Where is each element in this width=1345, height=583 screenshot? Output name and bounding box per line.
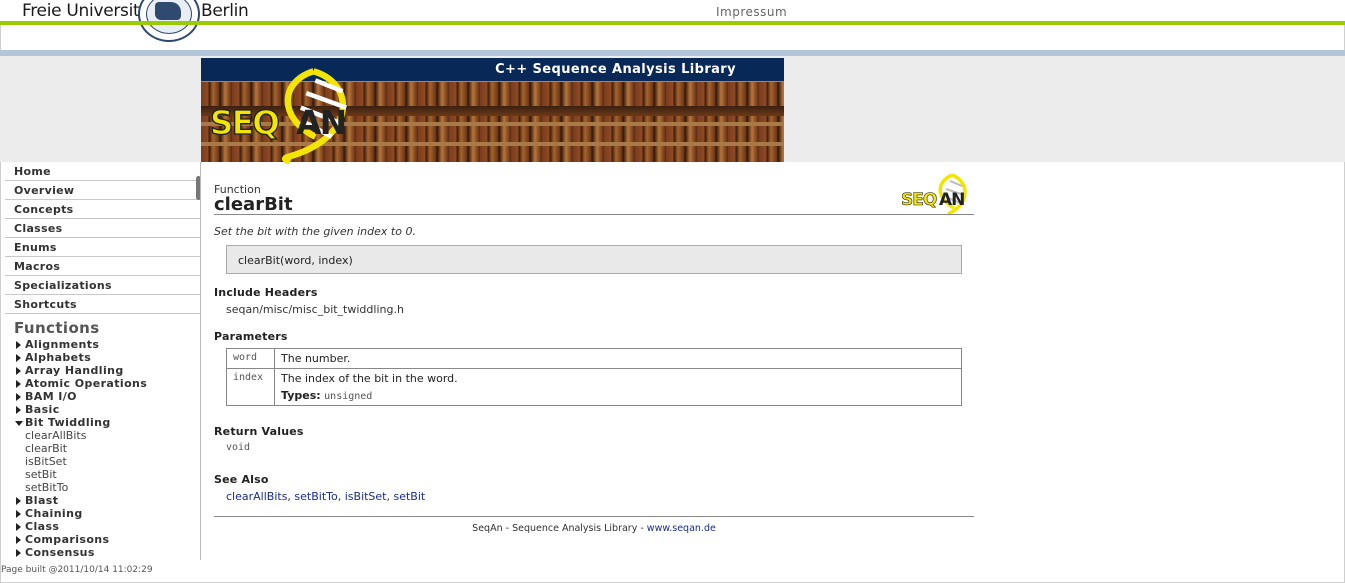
triangle-right-icon[interactable] xyxy=(16,510,21,518)
category-array-handling[interactable]: Array Handling xyxy=(5,364,200,377)
triangle-right-icon[interactable] xyxy=(16,536,21,544)
sidebar-item-concepts[interactable]: Concepts xyxy=(5,200,200,219)
seqan-logo-icon[interactable]: SEQ AN xyxy=(201,64,366,164)
category-atomic-operations[interactable]: Atomic Operations xyxy=(5,377,200,390)
param-desc-cell: The index of the bit in the word. Types:… xyxy=(274,368,962,406)
footer-link[interactable]: www.seqan.de xyxy=(647,523,716,534)
page-title: clearBit xyxy=(214,194,293,215)
summary-text: Set the bit with the given index to 0. xyxy=(214,225,416,238)
triangle-right-icon[interactable] xyxy=(16,393,21,401)
param-type: unsigned xyxy=(324,391,373,402)
sidebar-item-overview[interactable]: Overview xyxy=(5,181,200,200)
banner-title: C++ Sequence Analysis Library xyxy=(495,62,736,77)
parameters-heading: Parameters xyxy=(214,330,288,343)
types-label: Types: xyxy=(281,389,321,402)
sidebar-item-home[interactable]: Home xyxy=(5,162,200,181)
svg-text:SEQ: SEQ xyxy=(901,190,937,210)
parameters-table: word The number. index The index of the … xyxy=(226,348,962,406)
triangle-right-icon[interactable] xyxy=(16,523,21,531)
footer-divider xyxy=(214,516,974,517)
sidebar-item-shortcuts[interactable]: Shortcuts xyxy=(5,295,200,314)
include-headers-heading: Include Headers xyxy=(214,286,318,299)
see-also-links: clearAllBits, setBitTo, isBitSet, setBit xyxy=(226,490,426,503)
sidebar-item-enums[interactable]: Enums xyxy=(5,238,200,257)
category-class[interactable]: Class xyxy=(5,520,200,533)
seqan-small-logo-icon[interactable]: SEQ AN xyxy=(900,172,972,220)
function-link-clearbit[interactable]: clearBit xyxy=(5,442,200,455)
triangle-right-icon[interactable] xyxy=(16,380,21,388)
function-link-setbitto[interactable]: setBitTo xyxy=(5,481,200,494)
function-link-setbit[interactable]: setBit xyxy=(5,468,200,481)
triangle-right-icon[interactable] xyxy=(16,497,21,505)
table-row: index The index of the bit in the word. … xyxy=(226,368,962,406)
signature-box: clearBit(word, index) xyxy=(226,245,962,274)
sidebar-item-specializations[interactable]: Specializations xyxy=(5,276,200,295)
page-built-timestamp: Page built @2011/10/14 11:02:29 xyxy=(1,565,153,575)
triangle-down-icon[interactable] xyxy=(15,421,23,426)
param-desc: The number. xyxy=(274,348,962,369)
see-also-link[interactable]: setBit xyxy=(394,490,426,503)
triangle-right-icon[interactable] xyxy=(16,354,21,362)
impressum-link[interactable]: Impressum xyxy=(716,5,787,19)
see-also-heading: See Also xyxy=(214,473,269,486)
functions-heading: Functions xyxy=(14,319,100,337)
function-link-isbitset[interactable]: isBitSet xyxy=(5,455,200,468)
triangle-right-icon[interactable] xyxy=(16,341,21,349)
category-basic[interactable]: Basic xyxy=(5,403,200,416)
accent-line xyxy=(0,21,1345,25)
category-alignments[interactable]: Alignments xyxy=(5,338,200,351)
svg-text:AN: AN xyxy=(939,190,964,210)
include-header-value: seqan/misc/misc_bit_twiddling.h xyxy=(226,303,404,316)
category-comparisons[interactable]: Comparisons xyxy=(5,533,200,546)
university-name-left[interactable]: Freie Universität xyxy=(22,1,156,21)
footer-text: SeqAn - Sequence Analysis Library - xyxy=(472,523,647,534)
university-name-right[interactable]: Berlin xyxy=(201,1,249,21)
sidebar: Home Overview Concepts Classes Enums Macros Sp… xyxy=(5,162,201,560)
sidebar-scrollbar[interactable] xyxy=(196,176,200,200)
triangle-right-icon[interactable] xyxy=(16,406,21,414)
category-consensus[interactable]: Consensus xyxy=(5,546,200,559)
footer: SeqAn - Sequence Analysis Library - www.… xyxy=(214,523,974,534)
return-values-heading: Return Values xyxy=(214,425,304,438)
see-also-link[interactable]: isBitSet xyxy=(345,490,387,503)
sidebar-item-macros[interactable]: Macros xyxy=(5,257,200,276)
sidebar-item-classes[interactable]: Classes xyxy=(5,219,200,238)
category-bam-i-o[interactable]: BAM I/O xyxy=(5,390,200,403)
category-chaining[interactable]: Chaining xyxy=(5,507,200,520)
category-bit-twiddling[interactable]: Bit Twiddling xyxy=(5,416,200,429)
title-divider xyxy=(214,214,974,215)
param-name: word xyxy=(226,348,275,369)
function-link-clearallbits[interactable]: clearAllBits xyxy=(5,429,200,442)
see-also-link[interactable]: clearAllBits xyxy=(226,490,287,503)
svg-text:SEQ: SEQ xyxy=(210,104,279,142)
triangle-right-icon[interactable] xyxy=(16,367,21,375)
category-alphabets[interactable]: Alphabets xyxy=(5,351,200,364)
svg-text:AN: AN xyxy=(296,104,345,142)
param-desc: The index of the bit in the word. xyxy=(281,372,458,385)
return-value: void xyxy=(226,442,251,453)
param-name: index xyxy=(226,368,275,406)
see-also-link[interactable]: setBitTo xyxy=(294,490,337,503)
triangle-right-icon[interactable] xyxy=(16,549,21,557)
table-row: word The number. xyxy=(226,348,962,369)
category-blast[interactable]: Blast xyxy=(5,494,200,507)
